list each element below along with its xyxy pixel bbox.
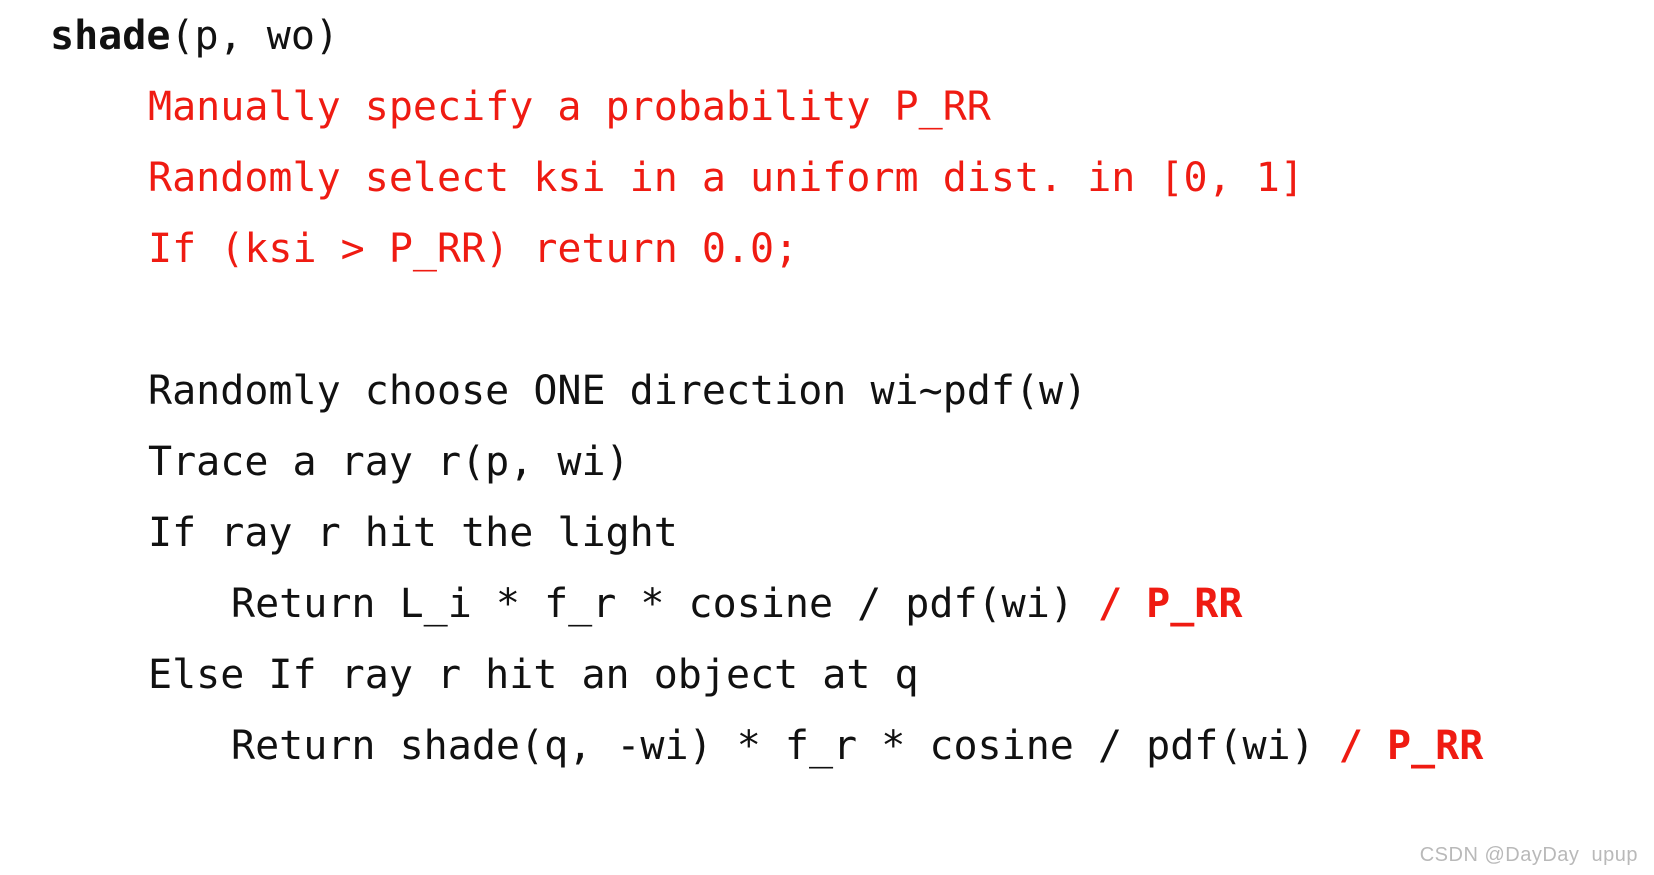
code-text: Trace a ray r(p, wi): [148, 439, 630, 485]
code-text: If (ksi > P_RR) return 0.0;: [148, 226, 799, 272]
code-text-rr-divide: / P_RR: [1073, 581, 1243, 627]
code-text: If ray r hit the light: [148, 510, 678, 556]
code-text: Else If ray r hit an object at q: [148, 652, 919, 698]
code-line-if-hit-light: If ray r hit the light: [0, 498, 1654, 569]
code-line-return-object: Return shade(q, -wi) * f_r * cosine / pd…: [0, 711, 1654, 782]
code-line-choose-direction: Randomly choose ONE direction wi~pdf(w): [0, 356, 1654, 427]
code-text: Return L_i * f_r * cosine / pdf(wi): [231, 581, 1074, 627]
code-text: Randomly choose ONE direction wi~pdf(w): [148, 368, 1088, 414]
code-line-else-if-hit-object: Else If ray r hit an object at q: [0, 640, 1654, 711]
code-line-return-light: Return L_i * f_r * cosine / pdf(wi) / P_…: [0, 569, 1654, 640]
code-text-rr-divide: / P_RR: [1314, 723, 1484, 769]
code-line-roulette-terminate: If (ksi > P_RR) return 0.0;: [0, 214, 1654, 285]
function-params: (p, wo): [170, 13, 339, 59]
code-line-select-ksi: Randomly select ksi in a uniform dist. i…: [0, 143, 1654, 214]
slide-canvas: shade(p, wo) Manually specify a probabil…: [0, 0, 1654, 875]
csdn-watermark: CSDN @DayDay upup: [1419, 844, 1638, 866]
code-text: Return shade(q, -wi) * f_r * cosine / pd…: [231, 723, 1315, 769]
code-text: Manually specify a probability P_RR: [148, 84, 991, 130]
function-name: shade: [50, 13, 171, 59]
code-line-function-signature: shade(p, wo): [0, 0, 1654, 72]
pseudocode-block: shade(p, wo) Manually specify a probabil…: [0, 0, 1654, 782]
code-text: Randomly select ksi in a uniform dist. i…: [148, 155, 1304, 201]
code-line-specify-probability: Manually specify a probability P_RR: [0, 72, 1654, 143]
code-line-trace-ray: Trace a ray r(p, wi): [0, 427, 1654, 498]
